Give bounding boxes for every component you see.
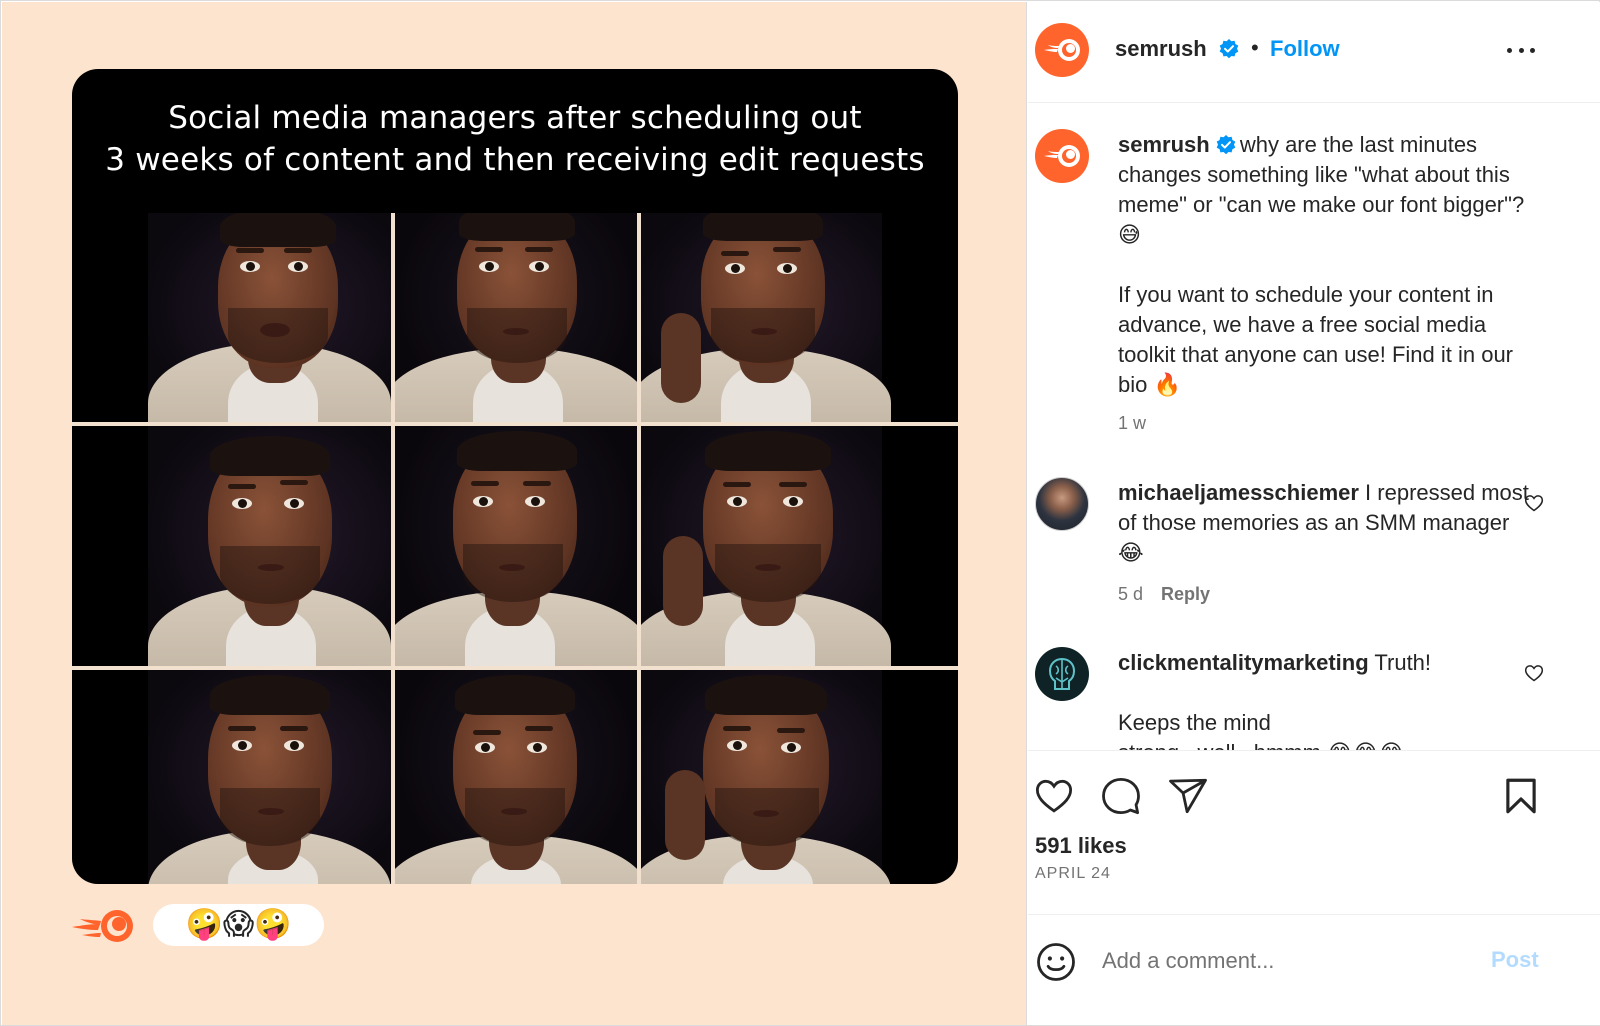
post-comment-button[interactable]: Post [1491, 947, 1539, 973]
commenter-avatar[interactable] [1035, 647, 1089, 701]
meme-title: Social media managers after scheduling o… [72, 97, 958, 181]
like-heart-icon[interactable] [1033, 775, 1075, 817]
meme-frame [395, 426, 637, 666]
comments-list[interactable]: semrush why are the last minutes changes… [1028, 103, 1600, 750]
reply-button[interactable]: Reply [1161, 584, 1210, 604]
meme-frame [72, 670, 391, 884]
meme-frame [641, 213, 958, 422]
post-media[interactable]: Social media managers after scheduling o… [2, 2, 1027, 1025]
header-username-text[interactable]: semrush [1115, 36, 1207, 61]
like-comment-heart-icon[interactable] [1524, 663, 1544, 683]
semrush-logo-icon [1044, 145, 1080, 167]
meme-image: Social media managers after scheduling o… [72, 69, 958, 884]
commenter-avatar[interactable] [1035, 477, 1089, 531]
follow-button[interactable]: Follow [1270, 36, 1340, 62]
post-side-panel: semrush • Follow semrush why are the las… [1028, 2, 1600, 1025]
header-separator-dot: • [1251, 35, 1259, 60]
comment-timestamp: 5 d [1118, 584, 1144, 604]
caption-username[interactable]: semrush [1118, 132, 1210, 157]
semrush-logo-icon [72, 910, 133, 942]
more-options-icon[interactable] [1506, 38, 1536, 62]
meme-photo-grid [72, 213, 958, 884]
meme-frame [72, 213, 391, 422]
post-actions: 591 likes APRIL 24 [1028, 750, 1600, 914]
comment-meta: 5 d Reply [1118, 584, 1210, 605]
caption-text: semrush why are the last minutes changes… [1118, 130, 1538, 400]
comment-input[interactable] [1102, 943, 1482, 979]
post-dialog: Social media managers after scheduling o… [0, 0, 1600, 1026]
like-comment-heart-icon[interactable] [1524, 493, 1544, 513]
comment-bubble-icon[interactable] [1100, 775, 1142, 817]
semrush-avatar[interactable] [1035, 129, 1089, 183]
meme-frame [395, 670, 637, 884]
post-date: APRIL 24 [1035, 865, 1111, 882]
share-paper-plane-icon[interactable] [1167, 775, 1209, 817]
comment-text: clickmentalitymarketing Truth! Keeps the… [1118, 648, 1538, 750]
header-username[interactable]: semrush [1115, 36, 1239, 62]
add-comment-bar: Post [1028, 914, 1600, 1025]
semrush-avatar[interactable] [1035, 23, 1089, 77]
reaction-emojis: 🤪😱🤪 [153, 904, 324, 946]
meme-title-line-2: 3 weeks of content and then receiving ed… [105, 142, 925, 178]
brain-logo-icon [1048, 657, 1076, 690]
meme-frame [641, 670, 958, 884]
semrush-logo-icon [1044, 39, 1080, 61]
meme-frame [641, 426, 958, 666]
caption-timestamp: 1 w [1118, 413, 1147, 433]
likes-count[interactable]: 591 likes [1035, 833, 1127, 859]
post-header: semrush • Follow [1028, 2, 1600, 103]
comment-username[interactable]: clickmentalitymarketing [1118, 650, 1369, 675]
meme-title-line-1: Social media managers after scheduling o… [168, 100, 862, 136]
meme-frame [395, 213, 637, 422]
emoji-smiley-icon[interactable] [1035, 941, 1077, 983]
save-bookmark-icon[interactable] [1500, 775, 1542, 817]
comment-username[interactable]: michaeljamesschiemer [1118, 480, 1359, 505]
caption-body: why are the last minutes changes somethi… [1118, 132, 1525, 397]
verified-badge-icon [1219, 39, 1239, 59]
comment-text: michaeljamesschiemer I repressed most of… [1118, 478, 1538, 568]
meme-frame [72, 426, 391, 666]
verified-badge-icon [1216, 135, 1236, 155]
